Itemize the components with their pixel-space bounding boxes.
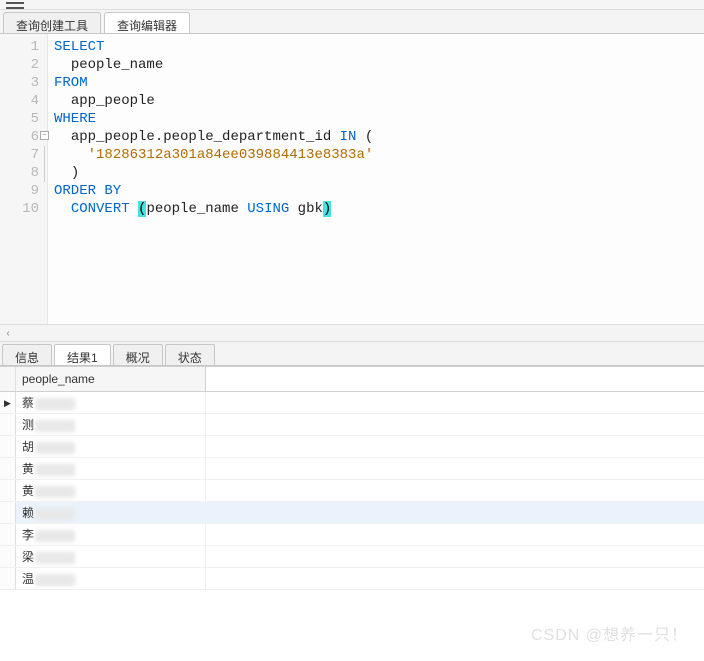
code-line[interactable]: app_people.people_department_id IN (: [54, 128, 373, 146]
grid-body: 蔡测胡黄黄赖李梁温: [0, 392, 704, 590]
cell-people-name[interactable]: 赖: [16, 502, 206, 523]
redacted-text: [35, 442, 75, 454]
gutter-line: 5: [0, 110, 47, 128]
tab-query-builder[interactable]: 查询创建工具: [3, 12, 101, 33]
row-indicator: [0, 414, 16, 435]
gutter-line: 10: [0, 200, 47, 218]
horizontal-scrollbar[interactable]: ‹: [0, 324, 704, 342]
redacted-text: [35, 420, 75, 432]
table-row[interactable]: 胡: [0, 436, 704, 458]
table-row[interactable]: 测: [0, 414, 704, 436]
hamburger-icon[interactable]: [6, 0, 28, 10]
row-indicator: [0, 524, 16, 545]
result-tab-信息[interactable]: 信息: [2, 344, 52, 365]
table-row[interactable]: 李: [0, 524, 704, 546]
table-row[interactable]: 黄: [0, 458, 704, 480]
row-indicator: [0, 546, 16, 567]
gutter-line: 9: [0, 182, 47, 200]
redacted-text: [35, 530, 75, 542]
result-tab-状态[interactable]: 状态: [165, 344, 215, 365]
cell-people-name[interactable]: 蔡: [16, 392, 206, 413]
code-line[interactable]: WHERE: [54, 110, 373, 128]
redacted-text: [35, 552, 75, 564]
result-tabs: 信息结果1概况状态: [0, 342, 704, 366]
result-grid: people_name 蔡测胡黄黄赖李梁温: [0, 366, 704, 590]
row-indicator-header: [0, 367, 16, 391]
row-indicator: [0, 458, 16, 479]
row-indicator: [0, 568, 16, 589]
code-line[interactable]: SELECT: [54, 38, 373, 56]
scroll-left-icon[interactable]: ‹: [0, 328, 16, 339]
redacted-text: [35, 508, 75, 520]
row-indicator: [0, 436, 16, 457]
code-line[interactable]: app_people: [54, 92, 373, 110]
result-tab-概况[interactable]: 概况: [113, 344, 163, 365]
grid-header: people_name: [0, 367, 704, 392]
gutter-line: 3: [0, 74, 47, 92]
gutter-line: 8: [0, 164, 47, 182]
code-line[interactable]: FROM: [54, 74, 373, 92]
gutter-line: 2: [0, 56, 47, 74]
redacted-text: [35, 486, 75, 498]
redacted-text: [35, 464, 75, 476]
editor-gutter: 123456−78910: [0, 34, 48, 324]
code-line[interactable]: CONVERT (people_name USING gbk): [54, 200, 373, 218]
code-line[interactable]: ): [54, 164, 373, 182]
table-row[interactable]: 温: [0, 568, 704, 590]
main-toolbar: [0, 0, 704, 10]
primary-tabs: 查询创建工具 查询编辑器: [0, 10, 704, 34]
sql-editor[interactable]: 123456−78910 SELECT people_nameFROM app_…: [0, 34, 704, 324]
code-line[interactable]: '18286312a301a84ee039884413e8383a': [54, 146, 373, 164]
watermark-text: CSDN @想养一只！: [531, 621, 688, 645]
tab-query-editor[interactable]: 查询编辑器: [104, 12, 190, 33]
cell-people-name[interactable]: 李: [16, 524, 206, 545]
cell-people-name[interactable]: 黄: [16, 458, 206, 479]
editor-code[interactable]: SELECT people_nameFROM app_peopleWHERE a…: [48, 34, 373, 324]
row-indicator: [0, 502, 16, 523]
gutter-line: 6−: [0, 128, 47, 146]
column-header-people-name[interactable]: people_name: [16, 367, 206, 391]
row-indicator: [0, 480, 16, 501]
redacted-text: [35, 574, 75, 586]
result-tab-结果1[interactable]: 结果1: [54, 344, 111, 365]
cell-people-name[interactable]: 测: [16, 414, 206, 435]
cell-people-name[interactable]: 温: [16, 568, 206, 589]
table-row[interactable]: 蔡: [0, 392, 704, 414]
table-row[interactable]: 梁: [0, 546, 704, 568]
table-row[interactable]: 赖: [0, 502, 704, 524]
fold-marker-icon[interactable]: −: [40, 131, 49, 140]
cell-people-name[interactable]: 胡: [16, 436, 206, 457]
row-indicator: [0, 392, 16, 413]
gutter-line: 4: [0, 92, 47, 110]
code-line[interactable]: ORDER BY: [54, 182, 373, 200]
gutter-line: 1: [0, 38, 47, 56]
table-row[interactable]: 黄: [0, 480, 704, 502]
cell-people-name[interactable]: 黄: [16, 480, 206, 501]
code-line[interactable]: people_name: [54, 56, 373, 74]
cell-people-name[interactable]: 梁: [16, 546, 206, 567]
gutter-line: 7: [0, 146, 47, 164]
redacted-text: [35, 398, 75, 410]
